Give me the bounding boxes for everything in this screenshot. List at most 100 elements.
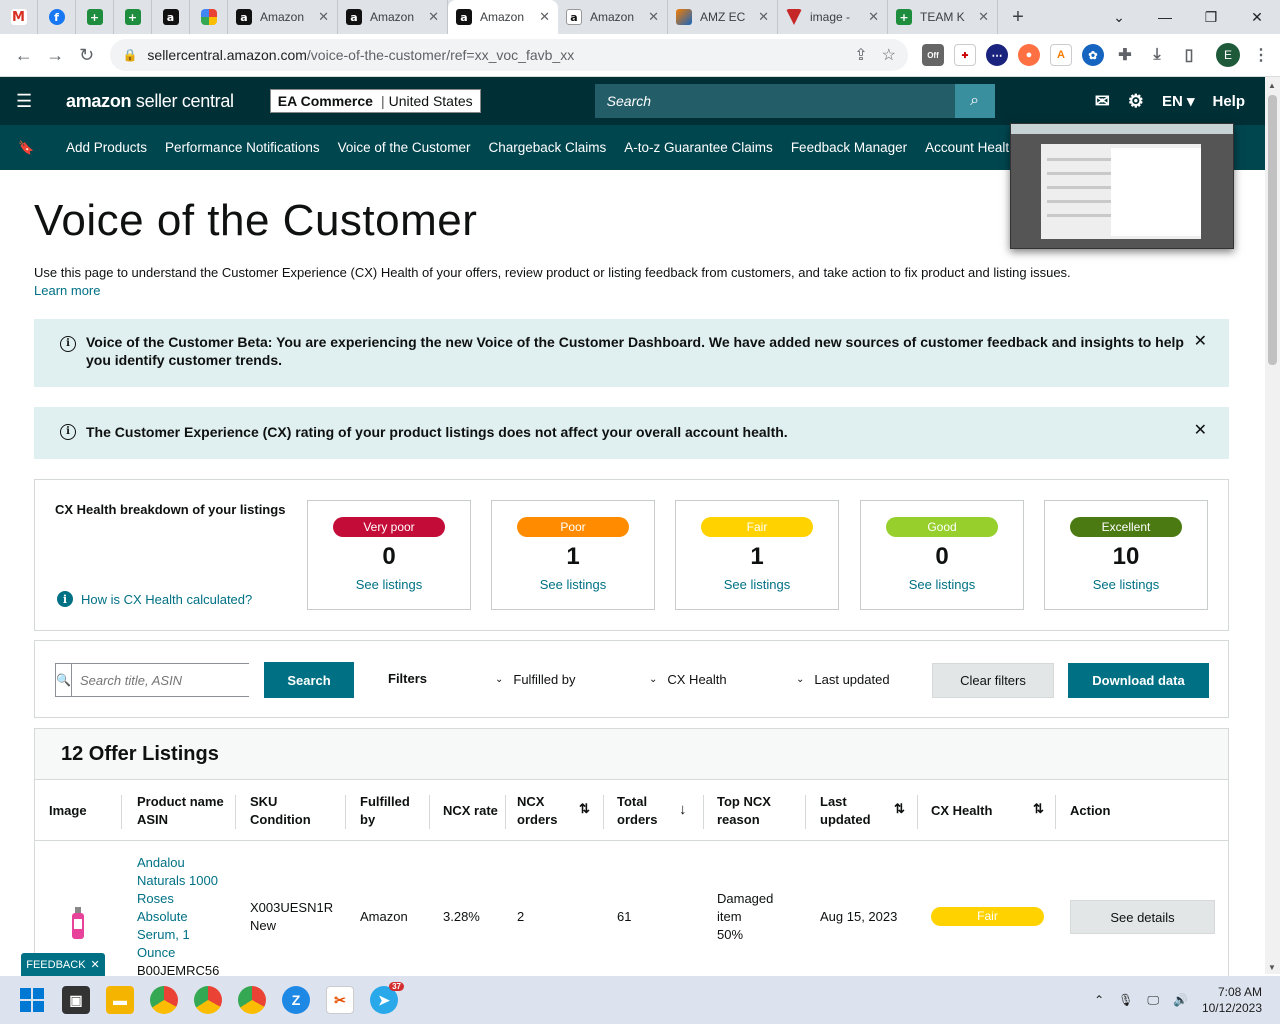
- nav-feedback-manager[interactable]: Feedback Manager: [791, 140, 907, 155]
- listing-search-input[interactable]: [71, 664, 258, 696]
- telegram-icon[interactable]: ➤ 37: [370, 982, 404, 1014]
- close-icon[interactable]: ✕: [1194, 422, 1207, 440]
- nav-account-health[interactable]: Account Health: [925, 140, 1017, 155]
- microphone-icon[interactable]: 🎙: [1118, 993, 1133, 1007]
- browser-tab[interactable]: a Amazon ✕: [338, 0, 448, 34]
- browser-tab[interactable]: AMZ EC ✕: [668, 0, 778, 34]
- extension-globe-icon[interactable]: ✿: [1081, 44, 1104, 66]
- extension-boost-icon[interactable]: A: [1049, 44, 1072, 66]
- gear-icon[interactable]: ⚙: [1128, 91, 1144, 112]
- feedback-tab[interactable]: FEEDBACK ✕: [21, 953, 105, 976]
- search-button[interactable]: Search: [264, 662, 354, 698]
- windows-start-icon[interactable]: [18, 986, 46, 1014]
- extension-off-icon[interactable]: Off: [921, 44, 944, 66]
- chevron-up-icon[interactable]: ⌃: [1094, 993, 1104, 1007]
- close-icon[interactable]: ✕: [868, 9, 879, 25]
- store-picker[interactable]: EA Commerce | United States: [269, 89, 481, 113]
- nav-performance-notifications[interactable]: Performance Notifications: [165, 140, 320, 155]
- screenshot-preview-thumbnail[interactable]: [1010, 123, 1234, 249]
- clear-filters-button[interactable]: Clear filters: [932, 663, 1054, 698]
- pinned-tab-sheets[interactable]: +: [76, 0, 114, 34]
- share-icon[interactable]: ⇪: [854, 45, 867, 65]
- system-clock[interactable]: 7:08 AM 10/12/2023: [1202, 984, 1262, 1016]
- sort-both-icon[interactable]: ⇅: [1033, 801, 1044, 817]
- nav-chargeback-claims[interactable]: Chargeback Claims: [488, 140, 606, 155]
- sort-descending-icon[interactable]: ↓: [679, 801, 687, 818]
- nav-add-products[interactable]: Add Products: [66, 140, 147, 155]
- learn-more-link[interactable]: Learn more: [34, 282, 1134, 300]
- sort-both-icon[interactable]: ⇅: [579, 801, 590, 817]
- file-explorer-icon[interactable]: ▬: [106, 986, 134, 1014]
- fulfilled-by-dropdown[interactable]: ⌄ Fulfilled by: [495, 672, 576, 687]
- download-icon[interactable]: ⤓: [1145, 44, 1168, 66]
- menu-kebab-icon[interactable]: ⋮: [1249, 44, 1272, 66]
- product-thumbnail[interactable]: [69, 905, 87, 941]
- scroll-down-icon[interactable]: ▼: [1268, 963, 1276, 972]
- nav-a-to-z-claims[interactable]: A-to-z Guarantee Claims: [624, 140, 773, 155]
- new-tab-button[interactable]: +: [998, 6, 1038, 29]
- task-view-icon[interactable]: ▣: [62, 986, 90, 1014]
- volume-icon[interactable]: 🔊: [1173, 993, 1188, 1007]
- extension-lookup-icon[interactable]: ✚: [953, 44, 976, 66]
- chrome-icon[interactable]: [150, 986, 178, 1014]
- browser-tab[interactable]: + TEAM K ✕: [888, 0, 998, 34]
- bookmark-star-icon[interactable]: ☆: [882, 45, 896, 65]
- chrome-profile-icon[interactable]: [194, 986, 222, 1014]
- side-panel-icon[interactable]: ▯: [1177, 44, 1200, 66]
- minimize-icon[interactable]: —: [1142, 0, 1188, 34]
- profile-avatar[interactable]: E: [1215, 43, 1240, 67]
- hamburger-menu-icon[interactable]: ☰: [16, 91, 36, 112]
- search-icon[interactable]: ⌕: [954, 84, 995, 118]
- see-listings-link[interactable]: See listings: [492, 577, 654, 592]
- browser-tab[interactable]: a Amazon ✕: [228, 0, 338, 34]
- pinned-tab-apps[interactable]: [190, 0, 228, 34]
- close-icon[interactable]: ✕: [978, 9, 989, 25]
- extension-dots-icon[interactable]: ⋯: [985, 44, 1008, 66]
- chrome-profile-2-icon[interactable]: [238, 986, 266, 1014]
- see-listings-link[interactable]: See listings: [861, 577, 1023, 592]
- zalo-icon[interactable]: Z: [282, 986, 310, 1014]
- close-icon[interactable]: ✕: [648, 9, 659, 25]
- close-icon[interactable]: ✕: [539, 9, 550, 25]
- close-icon[interactable]: ✕: [318, 9, 329, 25]
- last-updated-dropdown[interactable]: ⌄ Last updated: [796, 672, 890, 687]
- header-search-input[interactable]: [594, 84, 955, 118]
- close-icon[interactable]: ✕: [758, 9, 769, 25]
- extensions-puzzle-icon[interactable]: ✚: [1113, 44, 1136, 66]
- close-icon[interactable]: ✕: [1194, 333, 1207, 351]
- see-details-button[interactable]: See details: [1070, 900, 1215, 934]
- extension-firefox-icon[interactable]: ●: [1017, 44, 1040, 66]
- close-window-icon[interactable]: ✕: [1234, 0, 1280, 34]
- sort-both-icon[interactable]: ⇅: [894, 801, 905, 817]
- scrollbar-thumb[interactable]: [1268, 95, 1277, 365]
- see-listings-link[interactable]: See listings: [676, 577, 838, 592]
- reload-icon[interactable]: ↻: [71, 39, 102, 71]
- see-listings-link[interactable]: See listings: [308, 577, 470, 592]
- close-icon[interactable]: ✕: [91, 958, 100, 971]
- help-link[interactable]: Help: [1212, 93, 1245, 110]
- tab-search-icon[interactable]: ⌄: [1096, 0, 1142, 34]
- pinned-tab-facebook[interactable]: f: [38, 0, 76, 34]
- pinned-tab-sheets-2[interactable]: +: [114, 0, 152, 34]
- bookmark-icon[interactable]: 🔖: [18, 140, 48, 156]
- browser-tab[interactable]: a Amazon ✕: [558, 0, 668, 34]
- product-name-link[interactable]: Andalou Naturals 1000 Roses Absolute Ser…: [137, 854, 219, 980]
- address-bar[interactable]: 🔒 sellercentral.amazon.com/voice-of-the-…: [110, 39, 908, 71]
- page-scrollbar[interactable]: ▲ ▼: [1265, 77, 1280, 974]
- browser-tab[interactable]: image - ✕: [778, 0, 888, 34]
- language-selector[interactable]: EN ▾: [1162, 92, 1195, 110]
- network-icon[interactable]: 🖵: [1147, 993, 1159, 1008]
- cx-health-dropdown[interactable]: ⌄ CX Health: [649, 672, 727, 687]
- back-icon[interactable]: ←: [8, 39, 39, 71]
- seller-central-logo[interactable]: amazon seller central: [66, 91, 234, 112]
- lock-icon[interactable]: 🔒: [122, 48, 137, 62]
- nav-voice-of-the-customer[interactable]: Voice of the Customer: [338, 140, 471, 155]
- snipping-tool-icon[interactable]: ✂: [326, 986, 354, 1014]
- scroll-up-icon[interactable]: ▲: [1268, 81, 1276, 90]
- see-listings-link[interactable]: See listings: [1045, 577, 1207, 592]
- restore-icon[interactable]: ❐: [1188, 0, 1234, 34]
- download-data-button[interactable]: Download data: [1068, 663, 1209, 698]
- forward-icon[interactable]: →: [39, 39, 70, 71]
- mail-icon[interactable]: ✉: [1095, 91, 1110, 112]
- close-icon[interactable]: ✕: [428, 9, 439, 25]
